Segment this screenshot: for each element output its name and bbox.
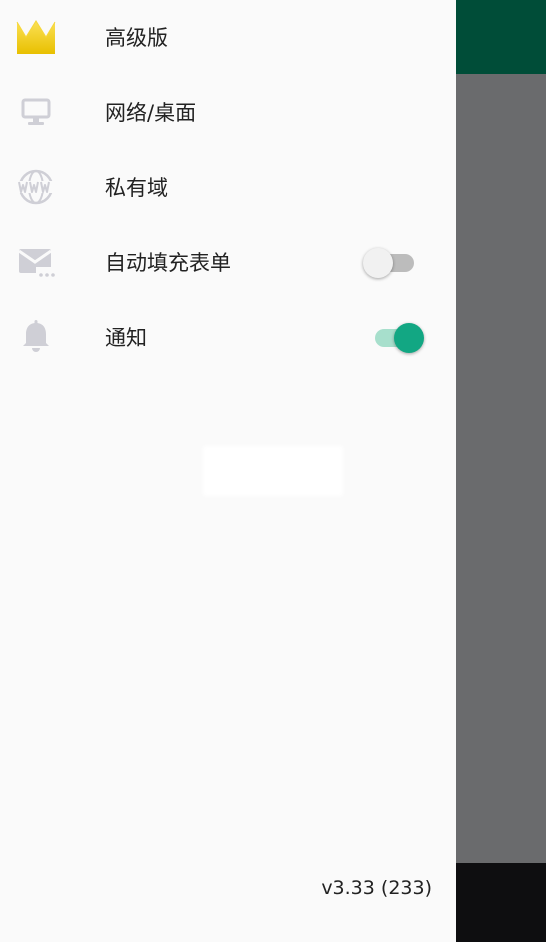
drawer-item-label: 网络/桌面 xyxy=(105,101,197,125)
navigation-drawer: 高级版 网络/桌面 私有域 自动填充表单 通知 v3.33 (233) xyxy=(0,0,456,942)
drawer-item-network-desktop[interactable]: 网络/桌面 xyxy=(0,75,456,150)
drawer-item-label: 自动填充表单 xyxy=(105,251,231,275)
crown-icon xyxy=(16,17,56,57)
blank-overlay-patch xyxy=(203,446,343,496)
toggle-thumb xyxy=(394,323,424,353)
toggle-thumb xyxy=(363,248,393,278)
notifications-toggle[interactable] xyxy=(363,322,427,354)
monitor-icon xyxy=(16,92,56,132)
www-globe-icon xyxy=(16,167,56,207)
bell-icon xyxy=(16,317,56,357)
drawer-item-label: 通知 xyxy=(105,326,147,350)
mail-dots-icon xyxy=(16,242,56,282)
autofill-toggle[interactable] xyxy=(363,247,427,279)
app-version: v3.33 (233) xyxy=(321,877,432,899)
drawer-item-notifications[interactable]: 通知 xyxy=(0,300,456,375)
drawer-item-premium[interactable]: 高级版 xyxy=(0,0,456,75)
drawer-item-label: 高级版 xyxy=(105,26,168,50)
drawer-item-autofill[interactable]: 自动填充表单 xyxy=(0,225,456,300)
drawer-item-label: 私有域 xyxy=(105,176,168,200)
drawer-item-private-domain[interactable]: 私有域 xyxy=(0,150,456,225)
